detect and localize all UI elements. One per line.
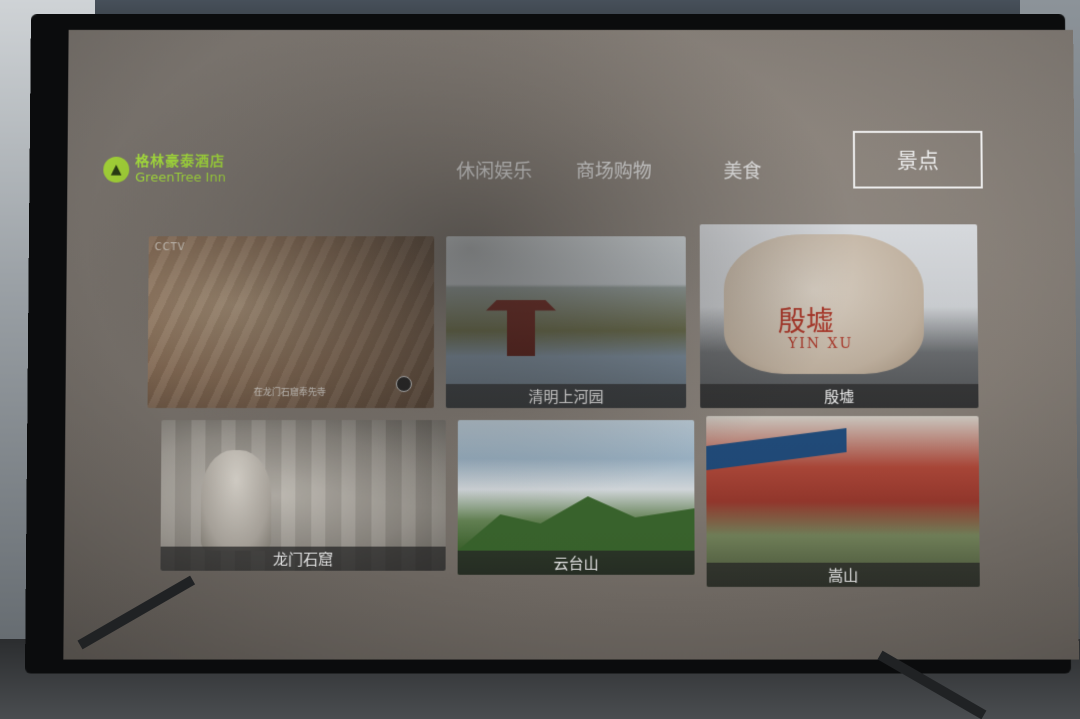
qingming-image [445, 236, 687, 409]
brand-name-cn: 格林豪泰酒店 [135, 153, 226, 170]
nav-item-food[interactable]: 美食 [723, 157, 761, 184]
tile-yuntaishan[interactable]: 云台山 [457, 420, 695, 575]
tile-qingming[interactable]: 清明上河园 [445, 236, 687, 409]
tile-video[interactable]: CCTV 在龙门石窟奉先寺 [147, 236, 435, 409]
channel-badge-icon [395, 375, 412, 393]
tile-caption: 龙门石窟 [160, 546, 446, 571]
brand-logo: ▲ 格林豪泰酒店 GreenTree Inn [103, 153, 226, 186]
video-subtitle: 在龙门石窟奉先寺 [253, 388, 326, 399]
tile-longmen[interactable]: 龙门石窟 [160, 420, 446, 571]
nav-item-shopping[interactable]: 商场购物 [576, 157, 652, 184]
nav-item-attractions[interactable]: 景点 [852, 130, 983, 189]
tv-screen: ▲ 格林豪泰酒店 GreenTree Inn 休闲娱乐 商场购物 美食 景点 C… [63, 29, 1079, 660]
channel-watermark: CCTV [154, 242, 186, 254]
stone-inscription: 殷墟 [777, 305, 834, 339]
tree-icon: ▲ [103, 156, 130, 183]
tile-caption: 云台山 [457, 550, 695, 575]
tile-yinxu[interactable]: 殷墟 YIN XU 殷墟 [699, 224, 979, 409]
tile-caption: 嵩山 [706, 562, 980, 587]
video-thumbnail [147, 236, 435, 409]
stone-inscription-latin: YIN XU [787, 336, 854, 352]
buddha-statue [200, 450, 272, 551]
tile-caption: 清明上河园 [445, 384, 687, 409]
tile-songshan[interactable]: 嵩山 [706, 416, 980, 587]
brand-name-en: GreenTree Inn [135, 170, 226, 186]
category-nav: 休闲娱乐 商场购物 美食 景点 [456, 130, 983, 189]
tile-caption: 殷墟 [700, 384, 979, 409]
nav-item-leisure[interactable]: 休闲娱乐 [456, 157, 532, 184]
tv-bezel: ▲ 格林豪泰酒店 GreenTree Inn 休闲娱乐 商场购物 美食 景点 C… [24, 14, 1079, 674]
